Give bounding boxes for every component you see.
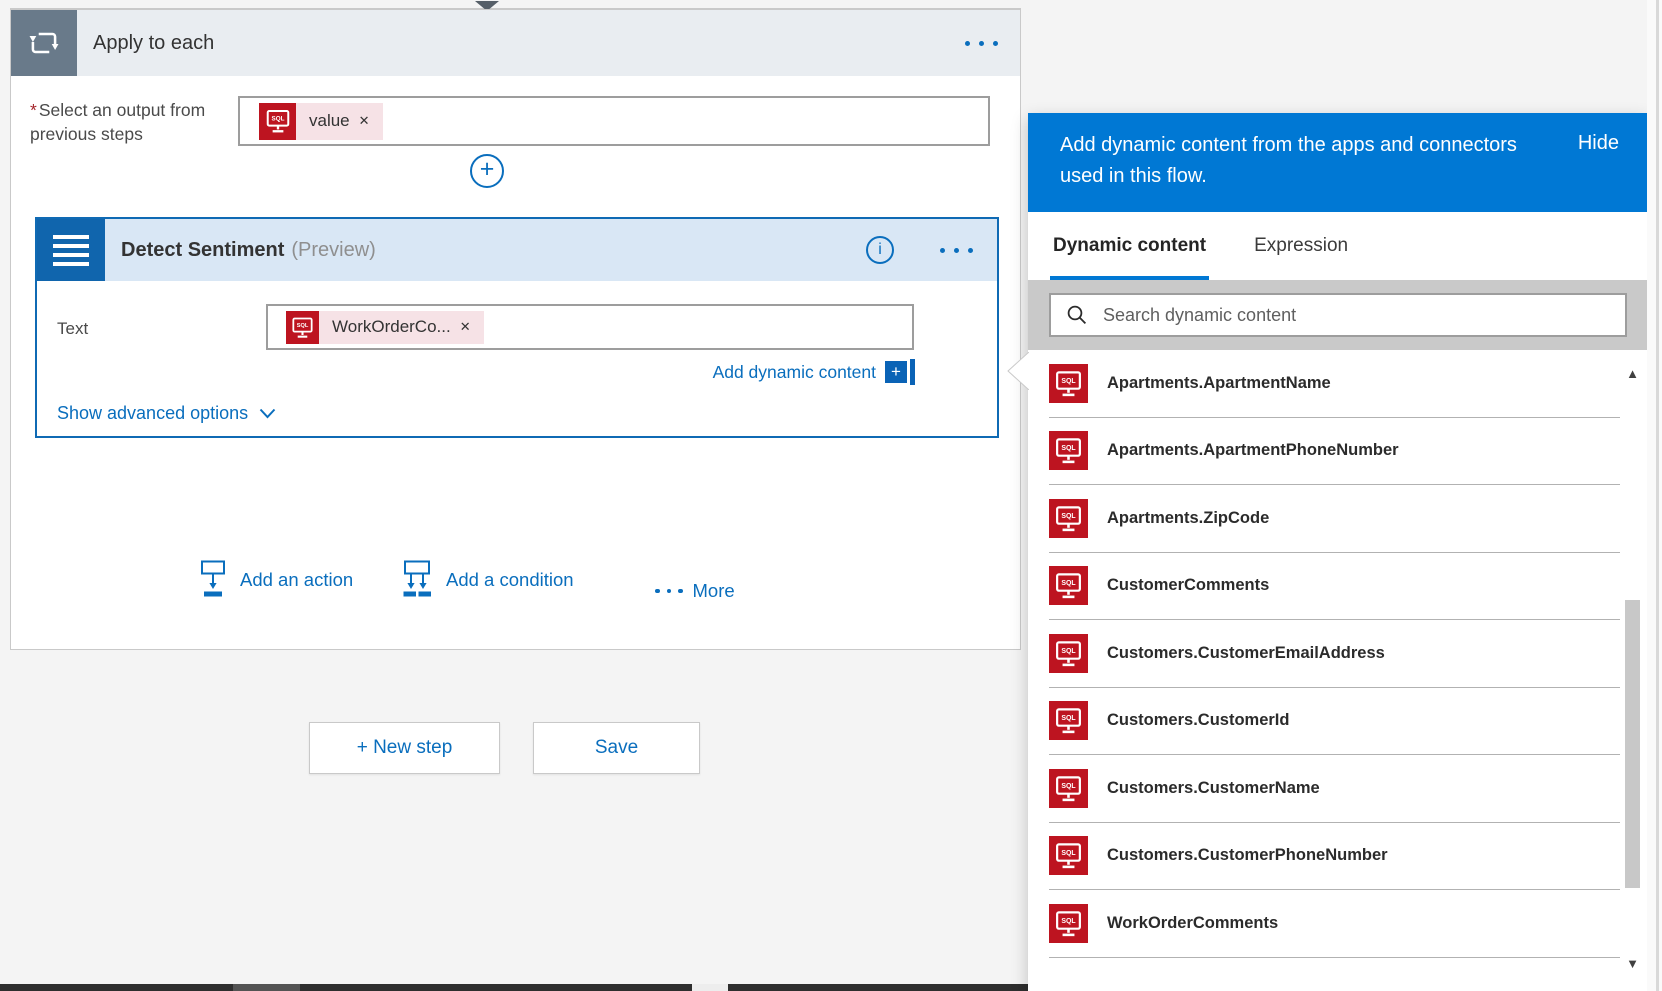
apply-to-each-title: Apply to each xyxy=(93,32,214,55)
sql-server-icon xyxy=(1049,904,1088,943)
more-button[interactable]: More xyxy=(655,580,735,602)
scroll-up-icon[interactable]: ▲ xyxy=(1620,366,1645,381)
dynamic-content-item-label: CustomerComments xyxy=(1107,576,1269,595)
search-box[interactable] xyxy=(1049,293,1627,337)
chevron-down-icon xyxy=(259,408,276,419)
dynamic-content-item[interactable]: Apartments.ApartmentPhoneNumber xyxy=(1049,418,1620,486)
sql-server-icon xyxy=(1049,499,1088,538)
select-output-label: *Select an output from previous steps xyxy=(30,98,210,146)
add-action-icon xyxy=(198,560,228,598)
text-field-label: Text xyxy=(57,319,88,339)
apply-to-each-header[interactable]: Apply to each xyxy=(11,10,1020,76)
dynamic-content-item[interactable]: Customers.CustomerPhoneNumber xyxy=(1049,823,1620,891)
workorder-token-label: WorkOrderCo... xyxy=(332,317,451,337)
search-icon xyxy=(1066,304,1088,326)
sql-server-icon xyxy=(1049,566,1088,605)
select-output-label-text: Select an output from previous steps xyxy=(30,100,205,144)
info-icon[interactable]: i xyxy=(866,236,894,264)
tab-dynamic-content[interactable]: Dynamic content xyxy=(1050,212,1209,280)
save-button[interactable]: Save xyxy=(533,722,700,774)
remove-token-icon[interactable]: ✕ xyxy=(359,113,370,129)
dynamic-content-item-label: Apartments.ApartmentPhoneNumber xyxy=(1107,441,1399,460)
new-step-button[interactable]: + New step xyxy=(309,722,500,774)
add-condition-icon xyxy=(400,560,434,598)
dynamic-content-item-label: WorkOrderComments xyxy=(1107,914,1278,933)
panel-callout-pointer xyxy=(1007,352,1029,390)
tab-expression[interactable]: Expression xyxy=(1251,212,1351,280)
add-dynamic-content-label: Add dynamic content xyxy=(713,362,876,383)
flow-designer-canvas: Apply to each *Select an output from pre… xyxy=(0,0,1662,991)
detect-sentiment-title: Detect Sentiment xyxy=(121,239,284,262)
sql-server-icon xyxy=(1049,769,1088,808)
sql-server-icon xyxy=(1049,431,1088,470)
panel-header-text: Add dynamic content from the apps and co… xyxy=(1060,130,1552,212)
dynamic-content-icon: + xyxy=(885,359,915,385)
scrollbar-thumb[interactable] xyxy=(692,984,728,991)
dynamic-content-item-label: Apartments.ApartmentName xyxy=(1107,374,1331,393)
detect-sentiment-card: Detect Sentiment (Preview) i Text WorkOr… xyxy=(35,217,999,438)
dynamic-content-item-label: Customers.CustomerEmailAddress xyxy=(1107,644,1385,663)
detect-sentiment-header[interactable]: Detect Sentiment (Preview) i xyxy=(37,219,997,281)
dynamic-content-item[interactable]: WorkOrderComments xyxy=(1049,890,1620,958)
sql-server-icon xyxy=(1049,364,1088,403)
show-advanced-options-link[interactable]: Show advanced options xyxy=(57,403,276,424)
plus-icon: + xyxy=(480,157,495,182)
search-band xyxy=(1028,280,1647,350)
dynamic-content-item[interactable]: CustomerComments xyxy=(1049,553,1620,621)
scroll-down-icon[interactable]: ▼ xyxy=(1620,956,1645,971)
sql-server-icon xyxy=(259,103,296,140)
insert-step-button[interactable]: + xyxy=(470,154,504,188)
scrollbar-segment xyxy=(233,984,300,991)
select-output-input[interactable]: value ✕ xyxy=(238,96,990,146)
value-token-label: value xyxy=(309,111,350,131)
panel-header: Add dynamic content from the apps and co… xyxy=(1028,113,1647,212)
apply-to-each-card: Apply to each *Select an output from pre… xyxy=(10,9,1021,650)
show-advanced-options-label: Show advanced options xyxy=(57,403,248,424)
dynamic-content-item-label: Customers.CustomerName xyxy=(1107,779,1320,798)
dynamic-content-item[interactable]: Apartments.ZipCode xyxy=(1049,485,1620,553)
sql-server-icon xyxy=(1049,836,1088,875)
dynamic-content-panel: Add dynamic content from the apps and co… xyxy=(1028,113,1647,991)
dynamic-content-item[interactable]: Apartments.ApartmentName xyxy=(1049,350,1620,418)
dynamic-content-item-label: Customers.CustomerId xyxy=(1107,711,1289,730)
sql-server-icon xyxy=(286,311,319,344)
required-asterisk: * xyxy=(30,100,37,120)
scrollbar-thumb[interactable] xyxy=(1625,600,1640,888)
add-action-label: Add an action xyxy=(240,569,353,591)
dynamic-content-list: Apartments.ApartmentName Apartments.Apar… xyxy=(1028,350,1620,991)
dynamic-content-item-label: Customers.CustomerPhoneNumber xyxy=(1107,846,1388,865)
text-analytics-icon xyxy=(37,219,105,281)
sql-server-icon xyxy=(1049,701,1088,740)
hide-button[interactable]: Hide xyxy=(1578,132,1619,155)
dynamic-content-item[interactable]: Customers.CustomerId xyxy=(1049,688,1620,756)
dynamic-content-item[interactable]: Customers.CustomerEmailAddress xyxy=(1049,620,1620,688)
add-condition-button[interactable]: Add a condition xyxy=(400,560,574,598)
workorder-token[interactable]: WorkOrderCo... ✕ xyxy=(286,311,484,344)
window-scrollbar-strip[interactable] xyxy=(1647,0,1662,991)
add-dynamic-content-link[interactable]: Add dynamic content + xyxy=(713,359,915,385)
sql-server-icon xyxy=(1049,634,1088,673)
dynamic-content-item[interactable]: Customers.CustomerName xyxy=(1049,755,1620,823)
vertical-scrollbar[interactable]: ▲ ▼ xyxy=(1620,350,1645,991)
remove-token-icon[interactable]: ✕ xyxy=(460,319,471,335)
panel-tabs: Dynamic content Expression xyxy=(1028,212,1647,280)
apply-card-menu-button[interactable] xyxy=(965,41,998,46)
horizontal-scrollbar[interactable] xyxy=(0,984,1028,991)
more-label: More xyxy=(693,580,735,602)
add-condition-label: Add a condition xyxy=(446,569,574,591)
dynamic-content-item-label: Apartments.ZipCode xyxy=(1107,509,1269,528)
preview-suffix: (Preview) xyxy=(291,239,375,262)
loop-icon xyxy=(11,10,77,76)
sentiment-card-menu-button[interactable] xyxy=(940,248,973,253)
text-field-input[interactable]: WorkOrderCo... ✕ xyxy=(266,304,914,350)
add-action-button[interactable]: Add an action xyxy=(198,560,353,598)
ellipsis-icon xyxy=(655,589,683,594)
value-token[interactable]: value ✕ xyxy=(259,103,383,140)
search-input[interactable] xyxy=(1103,305,1615,326)
